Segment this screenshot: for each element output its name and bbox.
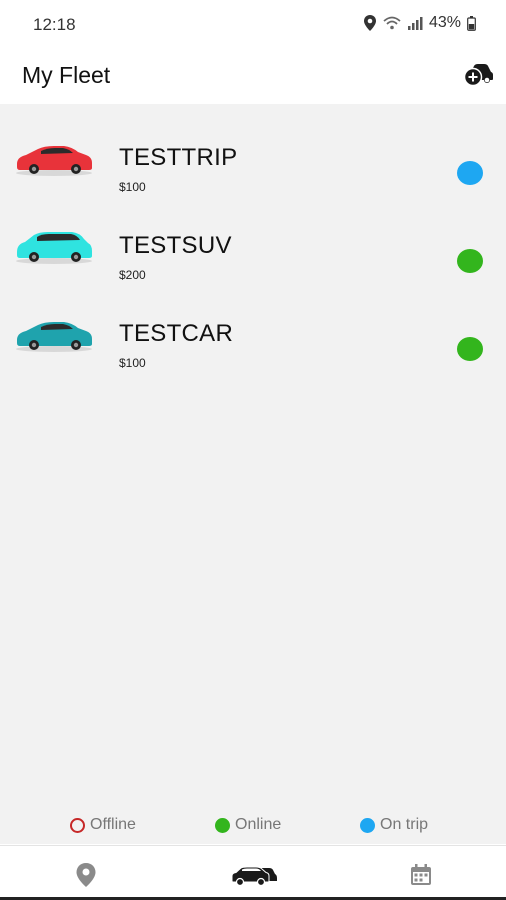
wifi-icon [383, 16, 401, 30]
vehicle-name: TESTSUV [119, 232, 232, 259]
vehicle-name: TESTTRIP [119, 144, 238, 171]
legend-on-trip: On trip [360, 816, 428, 834]
fleet-list: TESTTRIP $100 TESTSUV $200 TESTCAR $100 [0, 104, 506, 844]
location-icon [363, 15, 376, 31]
nav-calendar[interactable] [410, 864, 432, 891]
legend-label: Offline [90, 816, 136, 833]
vehicle-row-testcar[interactable]: TESTCAR $100 [0, 294, 506, 382]
status-legend: Offline Online On trip [0, 816, 506, 840]
car-image [16, 232, 92, 264]
nav-fleet[interactable] [231, 866, 277, 891]
vehicle-name: TESTCAR [119, 320, 234, 347]
status-icons: 43% [363, 14, 476, 32]
battery-percent: 43% [428, 14, 461, 31]
status-dot [457, 161, 483, 185]
legend-label: Online [235, 816, 282, 833]
vehicle-price: $100 [119, 180, 146, 194]
app-bar: My Fleet [0, 48, 506, 104]
on-trip-dot-icon [360, 817, 375, 833]
vehicle-price: $100 [119, 356, 146, 370]
battery-icon [467, 15, 476, 31]
status-dot [457, 249, 483, 273]
legend-offline: Offline [70, 816, 136, 834]
status-dot [457, 337, 483, 361]
add-car-button[interactable] [462, 60, 494, 90]
legend-label: On trip [380, 816, 429, 833]
vehicle-row-testtrip[interactable]: TESTTRIP $100 [0, 118, 506, 206]
car-image [16, 322, 92, 352]
legend-online: Online [215, 816, 281, 834]
vehicle-price: $200 [119, 268, 146, 282]
calendar-icon [411, 864, 431, 885]
offline-dot-icon [70, 817, 85, 833]
add-car-icon [463, 64, 493, 87]
nav-map[interactable] [74, 862, 98, 893]
fleet-car-icon [231, 866, 277, 887]
status-time: 12:18 [33, 15, 76, 34]
car-image [16, 146, 92, 176]
status-bar: 12:18 43% [0, 0, 506, 48]
online-dot-icon [215, 817, 230, 833]
bottom-nav [0, 845, 506, 900]
page-title: My Fleet [22, 62, 111, 88]
signal-icon [407, 17, 423, 30]
map-pin-icon [76, 863, 96, 887]
vehicle-row-testsuv[interactable]: TESTSUV $200 [0, 206, 506, 294]
